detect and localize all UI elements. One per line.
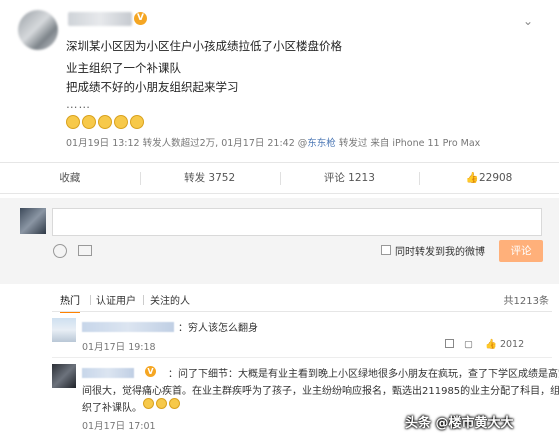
comment-text: 间很大，觉得痛心疾首。在业主群疾呼为了孩子，业主纷纷响应报名，甄选出211985…: [82, 386, 559, 397]
comment-compose: 同时转发到我的微博 评论: [0, 198, 559, 284]
comment-tabs: 热门 认证用户 关注的人 共1213条: [0, 287, 559, 313]
author-avatar[interactable]: [18, 10, 58, 50]
emoji-picker-icon[interactable]: [53, 244, 67, 258]
tab-hot[interactable]: 热门: [60, 292, 80, 313]
emoji-icon: [143, 398, 154, 409]
post-text-line: 业主组织了一个补课队: [66, 61, 181, 75]
post-text-line: 把成绩不好的小朋友组织起来学习: [66, 80, 239, 94]
emoji-row: [66, 115, 144, 129]
favorite-button[interactable]: 收藏: [0, 163, 140, 193]
like-count: 22908: [478, 172, 513, 184]
comment-time: 01月17日 19:18: [82, 342, 156, 353]
my-avatar: [20, 208, 46, 234]
divider: [52, 357, 552, 358]
emoji-row: [143, 398, 180, 409]
emoji-icon: [82, 115, 96, 129]
verified-badge-icon: V: [145, 366, 156, 377]
mention-link[interactable]: 东东枪: [307, 138, 336, 149]
commenter-name-blurred[interactable]: [82, 368, 134, 378]
commenter-name-blurred[interactable]: [82, 322, 174, 332]
commenter-avatar[interactable]: [52, 318, 76, 342]
like-button[interactable]: 👍22908: [419, 163, 559, 193]
emoji-icon: [130, 115, 144, 129]
also-repost-label: 同时转发到我的微博: [395, 247, 485, 258]
repost-button[interactable]: 转发 3752: [139, 163, 280, 193]
comment-button[interactable]: 评论 1213: [279, 163, 420, 193]
comment-text: 织了补课队。: [82, 403, 142, 414]
commenter-avatar[interactable]: [52, 364, 76, 388]
image-upload-icon[interactable]: [78, 245, 92, 256]
comment-time: 01月17日 17:01: [82, 421, 156, 432]
post-meta: 01月19日 13:12 转发人数超过2万, 01月17日 21:42 @东东枪…: [66, 138, 481, 149]
comment-input[interactable]: [52, 208, 542, 236]
emoji-icon: [156, 398, 167, 409]
emoji-icon: [98, 115, 112, 129]
chevron-down-icon[interactable]: ⌄: [523, 14, 533, 28]
action-bar: 收藏 转发 3752 评论 1213 👍22908: [0, 162, 559, 194]
verified-badge-icon: V: [134, 12, 147, 25]
author-name-blurred[interactable]: [68, 12, 132, 26]
emoji-icon: [66, 115, 80, 129]
tab-divider: [90, 295, 91, 305]
comment-total: 共1213条: [503, 296, 549, 307]
reply-icon[interactable]: ▢: [464, 339, 473, 350]
post-text-line: 深圳某小区因为小区住户小孩成绩拉低了小区楼盘价格: [66, 39, 342, 53]
comment-like-count: 2012: [499, 339, 525, 350]
watermark: 头条 @楼市黄大大: [405, 416, 514, 431]
divider: [52, 311, 552, 312]
also-repost-checkbox[interactable]: [381, 245, 391, 255]
comment-tools: ▢ 👍 2012: [445, 339, 524, 350]
share-icon[interactable]: [445, 339, 454, 348]
post-date: 01月19日 13:12 转发人数超过2万: [66, 138, 216, 149]
post-text-ellipsis: ……: [66, 97, 91, 111]
emoji-icon: [169, 398, 180, 409]
thumb-up-icon: 👍: [465, 172, 479, 184]
post-source: 转发过 来自 iPhone 11 Pro Max: [335, 138, 481, 149]
emoji-icon: [114, 115, 128, 129]
comment-text: ：穷人该怎么翻身: [178, 323, 258, 334]
comment-text: ：问了下细节：大概是有业主看到晚上小区绿地很多小朋友在疯玩，查了下学区成绩是高空: [168, 369, 559, 380]
weibo-post-screenshot: V ⌄ 深圳某小区因为小区住户小孩成绩拉低了小区楼盘价格 业主组织了一个补课队 …: [0, 0, 559, 441]
thumb-up-icon[interactable]: 👍: [485, 339, 497, 350]
submit-comment-button[interactable]: 评论: [499, 240, 543, 262]
tab-verified[interactable]: 认证用户: [96, 292, 136, 307]
post-date2: 01月17日 21:42 @: [221, 138, 308, 149]
tab-divider: [143, 295, 144, 305]
tab-followed[interactable]: 关注的人: [150, 292, 190, 307]
